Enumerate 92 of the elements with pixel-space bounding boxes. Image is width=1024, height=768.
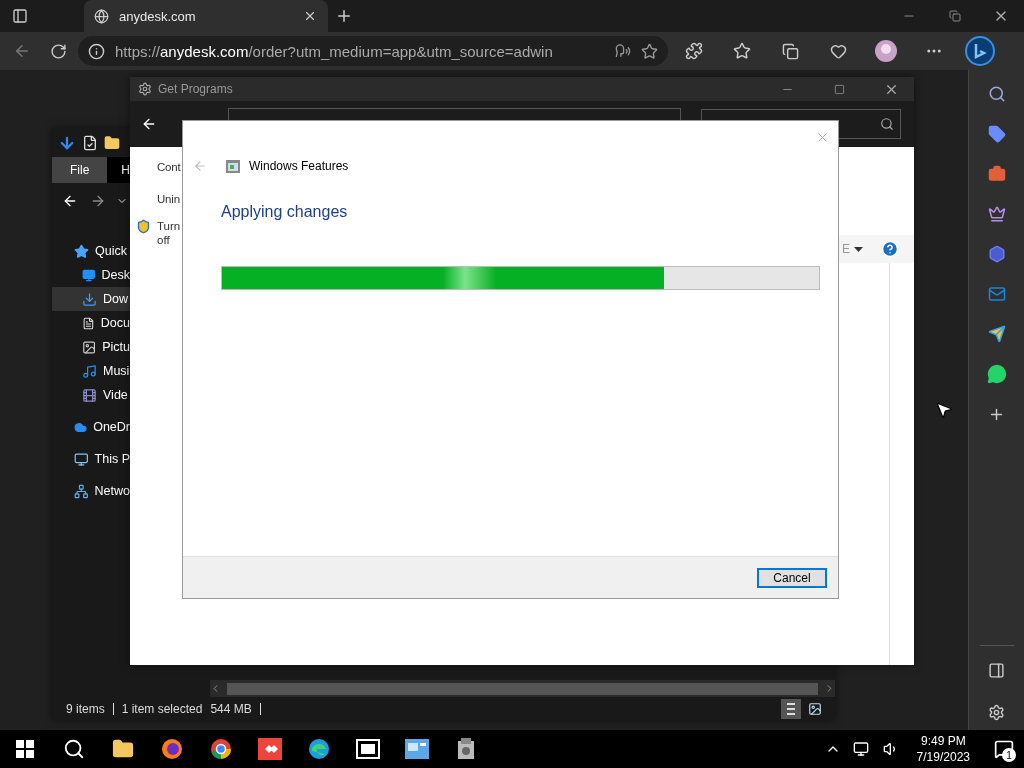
crown-icon[interactable] [987,205,1006,223]
installer-icon[interactable] [456,738,475,760]
list-icon [786,701,796,716]
chat-icon[interactable] [986,364,1007,384]
shield-icon [136,219,151,234]
tab-title: anydesk.com [119,8,197,24]
dropdown-caret-icon[interactable] [854,246,863,252]
nav-item[interactable]: Pictu [52,335,130,359]
notification-count: 1 [1002,748,1016,762]
copilot-icon[interactable] [965,36,995,66]
tag-icon[interactable] [987,125,1006,143]
maximize-icon[interactable] [833,83,845,95]
selection-info: 1 item selected [121,701,203,716]
restore-icon[interactable] [949,10,961,22]
notifications-icon[interactable] [994,739,1014,759]
favorites-icon[interactable] [733,42,751,60]
archive-app-icon[interactable] [355,739,380,759]
mail-icon[interactable] [987,285,1006,303]
nav-item[interactable]: Docu [52,311,130,335]
ribbon-tab[interactable]: File [52,157,108,183]
paper-plane-icon[interactable] [987,325,1006,343]
film-icon [82,387,97,403]
programs-icon [138,82,152,96]
item-count: 9 items [66,701,105,716]
sidebar-toggle-icon[interactable] [988,661,1005,679]
back-arrow-icon[interactable] [62,193,78,209]
nav-item[interactable]: Musi [52,359,130,383]
search-icon[interactable] [987,85,1006,103]
selection-size: 544 MB [210,701,252,716]
properties-icon[interactable] [82,134,98,151]
nav-item[interactable]: Desk [52,263,130,287]
dialog-title: Windows Features [249,159,349,173]
cancel-button[interactable]: Cancel [757,567,827,588]
desktop-icon [82,267,96,283]
nav-item[interactable]: Netwo [52,479,130,503]
window-title: Get Programs [158,82,234,96]
network-icon [74,483,89,499]
time-text[interactable]: 9:49 PM [920,733,966,749]
search-icon [880,117,894,131]
address-bar[interactable]: https://anydesk.com/order?utm_medium=app&utm_source=adwin [78,36,668,66]
control-panel-icon[interactable] [404,739,429,759]
remote-desktop-icon[interactable] [257,738,282,760]
nav-item[interactable]: Vide [52,383,130,407]
date-text[interactable]: 7/19/2023 [916,749,970,765]
wave-browser-icon[interactable] [307,738,330,760]
puzzle-icon[interactable] [685,42,703,60]
picture-icon [82,339,97,355]
nav-item[interactable]: This P [52,447,130,471]
picture-icon [808,701,822,716]
refresh-icon[interactable] [49,42,67,60]
control-panel-link[interactable]: Unin [157,193,180,205]
heart-icon[interactable] [829,42,847,60]
network-icon[interactable] [852,741,869,757]
mouse-pointer-icon [934,400,954,420]
nav-item[interactable]: OneDr [52,415,130,439]
task-link[interactable]: Turn off [157,219,181,247]
favorite-icon[interactable] [641,42,658,60]
settings-icon[interactable] [988,703,1005,721]
horizontal-scrollbar[interactable] [210,680,835,697]
control-panel-link[interactable]: Cont [157,161,181,173]
new-tab-icon[interactable] [335,7,353,25]
briefcase-icon[interactable] [987,165,1006,183]
fox-browser-icon[interactable] [160,738,183,760]
info-icon [88,42,105,60]
nav-item[interactable]: Dow [52,287,130,311]
browser-tab[interactable]: anydesk.com [84,0,328,32]
search-icon[interactable] [62,738,85,760]
hexagon-icon[interactable] [987,245,1006,263]
collections-icon[interactable] [781,42,799,60]
help-icon[interactable] [881,240,899,258]
tab-actions-icon[interactable] [12,8,28,24]
music-note-icon [82,363,97,379]
status-heading: Applying changes [221,203,349,221]
nav-item[interactable]: Quick [52,239,130,263]
read-aloud-icon[interactable] [615,43,631,59]
windows-logo-icon[interactable] [15,740,34,758]
details-view-button[interactable] [781,698,801,719]
document-icon [82,315,95,331]
globe-icon [94,8,109,24]
folder-icon[interactable] [111,738,134,760]
round-browser-icon[interactable] [209,738,232,760]
forward-arrow-icon[interactable] [90,193,106,209]
close-icon[interactable] [303,9,317,23]
folder-icon[interactable] [104,134,120,151]
windows-features-icon [225,158,241,174]
view-label: E [842,242,850,256]
computer-icon [74,451,89,467]
profile-avatar[interactable] [874,39,898,63]
url-text: https://anydesk.com/order?utm_medium=app&utm_source=adwin [115,42,554,60]
ribbon-tab[interactable]: H [107,157,130,183]
star-icon [74,243,89,259]
download-icon [82,291,97,307]
